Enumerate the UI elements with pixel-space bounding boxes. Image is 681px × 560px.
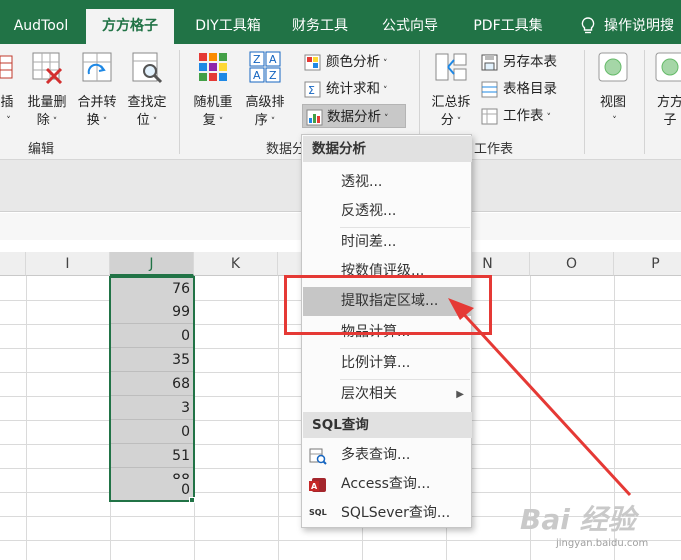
table-directory-icon xyxy=(481,81,498,98)
menu-item-ratio-calc[interactable]: 比例计算... xyxy=(303,349,472,378)
stat-sum-button[interactable]: Σ 统计求和 ˅ xyxy=(304,77,388,101)
fill-handle[interactable] xyxy=(189,497,195,503)
insert-icon xyxy=(0,55,13,79)
access-icon: A xyxy=(309,478,326,492)
group-label-data-analysis: 数据分 xyxy=(266,142,306,157)
menu-header-sql-query: SQL查询 xyxy=(303,412,472,438)
cell-j[interactable]: 76 xyxy=(110,277,194,301)
menu-item-unpivot[interactable]: 反透视... xyxy=(303,197,472,226)
submenu-arrow-icon: ▶ xyxy=(456,389,464,400)
menu-item-extract-region[interactable]: 提取指定区域... xyxy=(303,287,472,316)
svg-text:Σ: Σ xyxy=(308,84,315,97)
fangfang-button-partial[interactable]: 方方 子 xyxy=(650,50,681,130)
group-label-edit: 编辑 xyxy=(28,142,55,157)
color-analysis-icon xyxy=(304,54,321,71)
group-separator xyxy=(644,50,645,154)
data-analysis-button[interactable]: 数据分析 ˅ xyxy=(302,104,406,128)
cell-j[interactable]: 68 xyxy=(110,372,194,396)
menu-item-hierarchy[interactable]: 层次相关 ▶ xyxy=(303,380,472,409)
menu-item-time-diff[interactable]: 时间差... xyxy=(303,228,472,257)
multi-table-query-icon xyxy=(309,448,327,465)
column-header-partial[interactable] xyxy=(0,252,26,276)
find-locate-button[interactable]: 查找定 位 ˅ xyxy=(122,50,172,131)
menu-header-data-analysis: 数据分析 xyxy=(303,136,472,162)
save-as-book-button[interactable]: 另存本表 xyxy=(481,50,557,74)
random-repeat-button[interactable]: 随机重 复 ˅ xyxy=(188,50,238,131)
find-locate-icon xyxy=(132,52,163,84)
cell-j[interactable]: 35 xyxy=(110,348,194,372)
menu-item-grade-by-value[interactable]: 按数值评级... xyxy=(303,257,472,286)
tab-formula-wizard[interactable]: 公式向导 xyxy=(368,9,452,44)
worksheet-icon xyxy=(481,108,498,125)
menu-item-multi-table-query[interactable]: 多表查询... xyxy=(303,441,472,470)
column-header-j[interactable]: J xyxy=(110,252,194,276)
view-button[interactable]: 视图 ˅ xyxy=(590,50,636,130)
tab-diy-toolbox[interactable]: DIY工具箱 xyxy=(180,9,276,44)
cell-j[interactable]: 0 xyxy=(110,479,194,502)
random-repeat-icon xyxy=(199,53,227,81)
stat-sum-icon: Σ xyxy=(304,81,321,98)
tab-pdf-tools[interactable]: PDF工具集 xyxy=(460,9,556,44)
worksheet-button[interactable]: 工作表 ˅ xyxy=(481,104,551,128)
tab-fangfanggezi[interactable]: 方方格子 xyxy=(86,9,174,44)
data-analysis-icon xyxy=(306,109,323,126)
cell-j[interactable]: 0 xyxy=(110,324,194,348)
svg-text:Z: Z xyxy=(269,69,277,82)
tell-me-search[interactable]: 操作说明搜 xyxy=(604,9,681,44)
column-header-p[interactable]: P xyxy=(614,252,681,276)
watermark-logo-text: Bai 经验 xyxy=(520,503,636,536)
menu-item-sqlserver-query[interactable]: SQL SQLSever查询... xyxy=(303,499,472,528)
batch-delete-icon xyxy=(32,52,63,85)
svg-text:A: A xyxy=(253,69,261,82)
ribbon-tab-bar: AudTool 方方格子 DIY工具箱 财务工具 公式向导 PDF工具集 操作说… xyxy=(0,0,681,44)
cell-j[interactable]: 3 xyxy=(110,396,194,420)
advanced-sort-button[interactable]: Z A A Z 高级排 序 ˅ xyxy=(240,50,290,131)
table-directory-button[interactable]: 表格目录 xyxy=(481,77,557,101)
summary-split-button[interactable]: 汇总拆 分 ˅ xyxy=(426,50,476,131)
summary-split-icon xyxy=(435,53,467,81)
cell-j[interactable]: 51 xyxy=(110,444,194,468)
color-analysis-button[interactable]: 颜色分析 ˅ xyxy=(304,50,388,74)
view-icon xyxy=(598,52,628,82)
lightbulb-icon xyxy=(581,17,595,34)
tab-audtool[interactable]: AudTool xyxy=(0,9,82,44)
svg-text:Z: Z xyxy=(253,53,261,66)
fangfang-icon xyxy=(655,52,681,82)
menu-item-pivot[interactable]: 透视... xyxy=(303,168,472,197)
merge-convert-button[interactable]: 合并转 换 ˅ xyxy=(72,50,122,131)
svg-text:A: A xyxy=(311,482,318,491)
menu-item-item-calc[interactable]: 物品计算... xyxy=(303,318,472,347)
baidu-watermark: Bai 经验 jingyan.baidu.com xyxy=(520,496,670,554)
watermark-url: jingyan.baidu.com xyxy=(556,538,649,549)
menu-item-access-query[interactable]: A Access查询... xyxy=(303,470,472,499)
merge-convert-icon xyxy=(82,52,112,82)
data-analysis-menu: 数据分析 透视... 反透视... 时间差... 按数值评级... 提取指定区域… xyxy=(301,134,472,528)
group-label-worksheet: 工作表 xyxy=(474,142,514,157)
insert-button-partial[interactable]: 插 ˅ xyxy=(0,50,18,130)
advanced-sort-icon: Z A A Z xyxy=(249,51,281,83)
group-separator xyxy=(584,50,585,154)
cell-j[interactable]: 0 xyxy=(110,420,194,444)
column-header-o[interactable]: O xyxy=(530,252,614,276)
sql-icon: SQL xyxy=(309,508,327,517)
column-header-k[interactable]: K xyxy=(194,252,278,276)
batch-delete-button[interactable]: 批量删 除 ˅ xyxy=(22,50,72,131)
save-as-book-icon xyxy=(481,54,498,71)
group-separator xyxy=(179,50,180,154)
tab-finance-tools[interactable]: 财务工具 xyxy=(280,9,360,44)
svg-text:A: A xyxy=(269,53,277,66)
cell-j[interactable]: 99 xyxy=(110,300,194,324)
column-header-i[interactable]: I xyxy=(26,252,110,276)
